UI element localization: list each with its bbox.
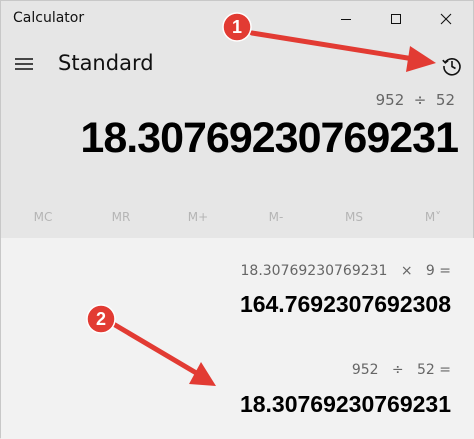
history-icon [442,58,461,76]
memory-list-button[interactable]: M˅ [403,201,463,233]
history-item-2-result[interactable]: 18.30769230769231 [240,391,451,418]
history-panel: 18.30769230769231 × 9 = 164.769230769230… [1,238,474,439]
memory-recall-button[interactable]: MR [91,201,151,233]
minimize-button[interactable] [323,1,369,37]
maximize-icon [391,14,401,24]
current-expression: 952 ÷ 52 [375,91,455,109]
maximize-button[interactable] [373,1,419,37]
history-item-1-expression[interactable]: 18.30769230769231 × 9 = [241,263,452,279]
mode-title: Standard [58,51,154,75]
memory-store-button[interactable]: MS [324,201,384,233]
memory-add-button[interactable]: M+ [168,201,228,233]
history-button[interactable] [437,51,467,81]
history-item-2-expression[interactable]: 952 ÷ 52 = [352,362,451,378]
history-item-1-result[interactable]: 164.7692307692308 [240,291,451,318]
calculator-header: Standard [1,41,474,89]
close-icon [440,13,452,25]
app-title: Calculator [13,10,85,26]
title-bar: Calculator [1,1,474,37]
hamburger-icon [15,58,33,70]
memory-clear-button[interactable]: MC [13,201,73,233]
result-display: 18.30769230769231 [80,114,459,162]
menu-button[interactable] [11,51,37,77]
minimize-icon [341,19,351,20]
close-button[interactable] [423,1,469,37]
memory-row: MC MR M+ M- MS M˅ [1,201,474,233]
calculator-window: Calculator Standard 952 ÷ 52 18.30769230… [0,0,474,439]
memory-subtract-button[interactable]: M- [246,201,306,233]
